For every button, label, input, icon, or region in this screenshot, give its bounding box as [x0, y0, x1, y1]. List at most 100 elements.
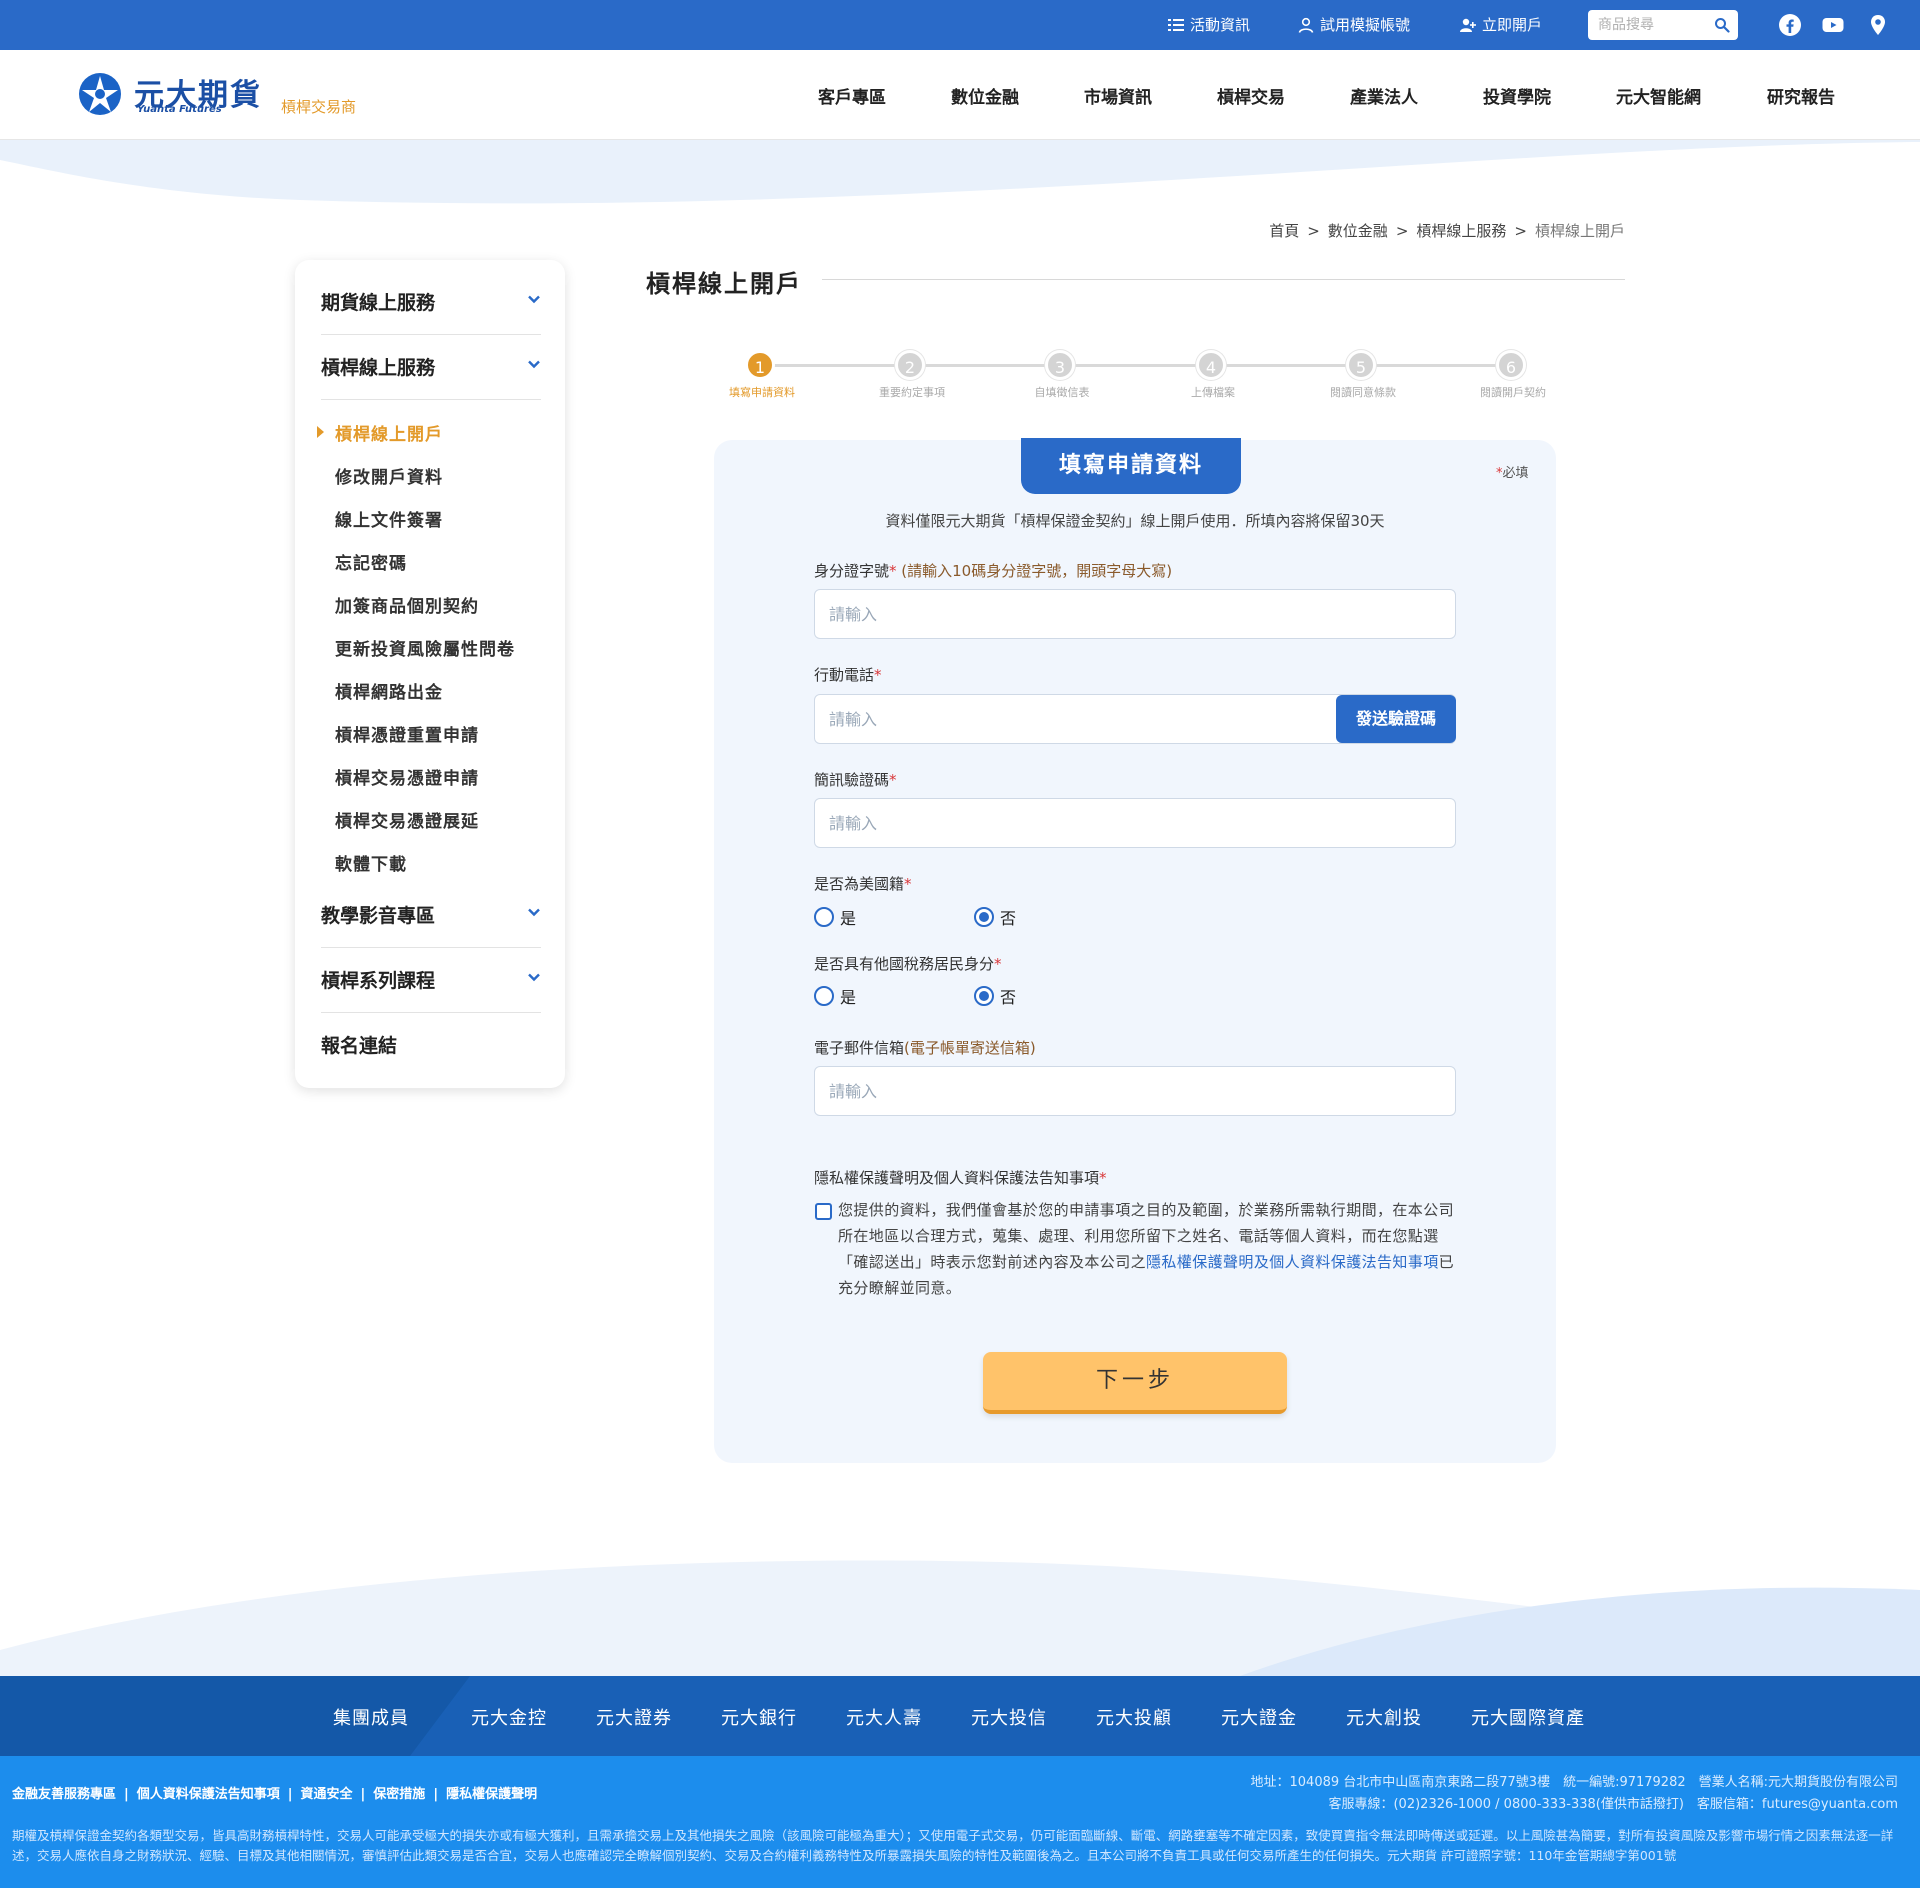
footer-group-slant	[0, 1676, 470, 1756]
sidebar-item-modify-account[interactable]: 修改開戶資料	[335, 463, 443, 488]
footer-member-link[interactable]: 元大金控	[471, 1704, 547, 1730]
nav-market-info[interactable]: 市場資訊	[1084, 83, 1152, 108]
step-5-circle: 5	[1346, 350, 1376, 380]
nav-leverage-trading[interactable]: 槓桿交易	[1217, 83, 1285, 108]
us-citizen-yes-radio[interactable]: 是	[814, 905, 856, 929]
sidebar-item-cert-renew[interactable]: 槓桿交易憑證展延	[335, 807, 479, 832]
step-6-label: 閱讀開戶契約	[1480, 386, 1546, 399]
sidebar-item-risk-questionnaire[interactable]: 更新投資風險屬性問卷	[335, 635, 515, 660]
sidebar-item-online-account[interactable]: 槓桿線上開戶	[335, 420, 443, 445]
footer-member-link[interactable]: 元大創投	[1346, 1704, 1422, 1730]
footer-member-link[interactable]: 元大證券	[596, 1704, 672, 1730]
product-search-input[interactable]	[1588, 10, 1698, 40]
privacy-label: 隱私權保護聲明及個人資料保護法告知事項*	[814, 1167, 1107, 1188]
search-icon[interactable]	[1714, 17, 1730, 33]
nav-investment-academy[interactable]: 投資學院	[1483, 83, 1551, 108]
sidebar-item-product-contract[interactable]: 加簽商品個別契約	[335, 592, 479, 617]
breadcrumb-leverage-services[interactable]: 槓桿線上服務	[1416, 222, 1506, 240]
required-mark: *	[889, 771, 897, 789]
footer-contact: 客服專線：(02)2326-1000 / 0800-333-338(僅供市話撥打…	[1328, 1797, 1898, 1812]
sidebar-item-cert-apply[interactable]: 槓桿交易憑證申請	[335, 764, 479, 789]
footer-link-info-security[interactable]: 資通安全	[301, 1787, 353, 1802]
nav-institutional[interactable]: 產業法人	[1350, 83, 1418, 108]
sidebar-section-futures-services[interactable]: 期貨線上服務	[321, 288, 541, 315]
top-wave-decoration	[0, 140, 1920, 204]
footer-member-link[interactable]: 元大證金	[1221, 1704, 1297, 1730]
chevron-down-icon	[528, 295, 540, 304]
open-account-link[interactable]: 立即開戶	[1460, 14, 1542, 35]
email-input[interactable]	[814, 1066, 1456, 1116]
nav-smart-network[interactable]: 元大智能網	[1616, 83, 1701, 108]
chevron-down-icon	[528, 973, 540, 982]
sidebar-item-software-download[interactable]: 軟體下載	[335, 850, 407, 875]
footer-member-link[interactable]: 元大投信	[971, 1704, 1047, 1730]
sidebar-item-forgot-password[interactable]: 忘記密碼	[335, 549, 407, 574]
footer-member-link[interactable]: 元大人壽	[846, 1704, 922, 1730]
page-title: 槓桿線上開戶	[646, 270, 802, 298]
nav-research-report[interactable]: 研究報告	[1767, 83, 1835, 108]
us-citizen-no-radio[interactable]: 否	[974, 905, 1016, 929]
yuanta-logo-icon[interactable]	[78, 72, 122, 116]
sidebar-section-label: 槓桿線上服務	[321, 357, 436, 379]
sms-code-input[interactable]	[814, 798, 1456, 848]
step-3-label: 自填徵信表	[1034, 386, 1090, 399]
tax-residency-label: 是否具有他國稅務居民身分*	[814, 953, 1002, 974]
step-4-circle: 4	[1196, 350, 1226, 380]
footer-links: 金融友善服務專區 | 個人資料保護法告知事項 | 資通安全 | 保密措施 | 隱私權保護聲明	[12, 1787, 538, 1802]
radio-label: 是	[840, 909, 857, 928]
required-mark: *	[904, 875, 912, 893]
facebook-icon[interactable]	[1778, 13, 1802, 37]
demo-account-link[interactable]: 試用模擬帳號	[1298, 14, 1410, 35]
email-hint: (電子帳單寄送信箱)	[904, 1039, 1036, 1057]
sidebar-section-video-zone[interactable]: 教學影音專區	[321, 901, 541, 928]
stepper-track	[760, 364, 1512, 367]
activity-info-link[interactable]: 活動資訊	[1168, 14, 1250, 35]
send-code-button[interactable]: 發送驗證碼	[1336, 695, 1456, 743]
radio-dot	[814, 907, 834, 927]
id-number-input[interactable]	[814, 589, 1456, 639]
footer-link-friendly-service[interactable]: 金融友善服務專區	[12, 1787, 116, 1802]
next-step-button[interactable]: 下一步	[983, 1352, 1287, 1414]
footer-link-privacy[interactable]: 隱私權保護聲明	[446, 1787, 537, 1802]
bottom-wave-decoration	[0, 1560, 1920, 1676]
breadcrumb: 首頁 > 數位金融 > 槓桿線上服務 > 槓桿線上開戶	[1269, 222, 1625, 240]
form-intro: 資料僅限元大期貨「槓桿保證金契約」線上開戶使用．所填內容將保留30天	[885, 512, 1385, 530]
breadcrumb-digital-finance[interactable]: 數位金融	[1328, 222, 1388, 240]
privacy-agree-checkbox[interactable]	[815, 1203, 832, 1220]
tax-residency-label-text: 是否具有他國稅務居民身分	[814, 955, 995, 973]
required-mark: *	[889, 562, 897, 580]
footer-address: 地址：104089 台北市中山區南京東路二段77號3樓 統一編號:9717928…	[1250, 1775, 1899, 1790]
list-icon	[1168, 18, 1184, 31]
chevron-down-icon	[528, 908, 540, 917]
footer-member-link[interactable]: 元大國際資產	[1471, 1704, 1585, 1730]
sidebar-item-cert-reset[interactable]: 槓桿憑證重置申請	[335, 721, 479, 746]
breadcrumb-current: 槓桿線上開戶	[1534, 222, 1625, 240]
tax-residency-yes-radio[interactable]: 是	[814, 984, 856, 1008]
nav-customer-zone[interactable]: 客戶專區	[818, 83, 886, 108]
radio-dot-selected	[974, 986, 994, 1006]
sidebar-section-label: 槓桿系列課程	[321, 970, 436, 992]
location-icon[interactable]	[1866, 13, 1890, 37]
footer-member-link[interactable]: 元大銀行	[721, 1704, 797, 1730]
sidebar-section-courses[interactable]: 槓桿系列課程	[321, 966, 541, 993]
sidebar-item-online-withdrawal[interactable]: 槓桿網路出金	[335, 678, 443, 703]
step-4-label: 上傳檔案	[1191, 386, 1235, 399]
nav-digital-finance[interactable]: 數位金融	[951, 83, 1019, 108]
footer-company-info: 地址：104089 台北市中山區南京東路二段77號3樓 統一編號:9717928…	[1251, 1772, 1899, 1816]
sidebar-section-signup-link[interactable]: 報名連結	[321, 1031, 541, 1058]
open-account-label: 立即開戶	[1482, 16, 1543, 34]
sidebar-item-document-signing[interactable]: 線上文件簽署	[335, 506, 443, 531]
us-citizen-label-text: 是否為美國籍	[814, 875, 905, 893]
youtube-icon[interactable]	[1821, 13, 1845, 37]
footer-member-link[interactable]: 元大投顧	[1096, 1704, 1172, 1730]
privacy-policy-link[interactable]: 隱私權保護聲明及個人資料保護法告知事項	[1146, 1253, 1439, 1271]
demo-account-label: 試用模擬帳號	[1320, 16, 1411, 34]
footer-link-personal-data[interactable]: 個人資料保護法告知事項	[137, 1787, 280, 1802]
user-plus-icon	[1460, 18, 1476, 32]
user-icon	[1298, 17, 1314, 33]
breadcrumb-home[interactable]: 首頁	[1269, 222, 1299, 240]
tax-residency-no-radio[interactable]: 否	[974, 984, 1016, 1008]
sidebar-section-leverage-services[interactable]: 槓桿線上服務	[321, 353, 541, 380]
footer-link-confidentiality[interactable]: 保密措施	[373, 1787, 425, 1802]
privacy-label-text: 隱私權保護聲明及個人資料保護法告知事項	[814, 1169, 1100, 1187]
